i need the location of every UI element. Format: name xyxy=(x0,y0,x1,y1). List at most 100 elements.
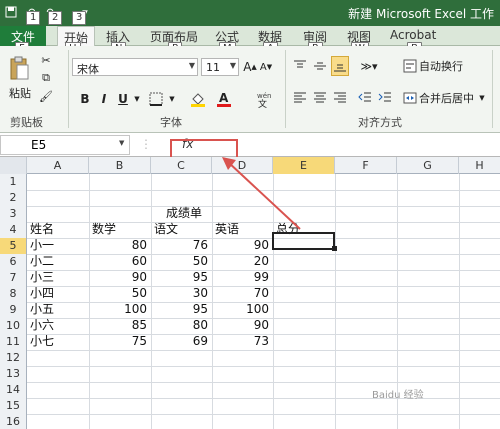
title-bar: ↶ ↷ ▾ 1 2 3 新建 Microsoft Excel 工作 xyxy=(0,0,500,26)
header-name: 姓名 xyxy=(30,222,55,236)
column-header[interactable]: B xyxy=(89,157,151,174)
column-header-active[interactable]: E xyxy=(273,157,335,174)
chevron-down-icon: ▼ xyxy=(188,61,195,70)
column-header[interactable]: H xyxy=(459,157,500,174)
cell-chinese: 69 xyxy=(192,334,208,348)
row-header-active[interactable]: 5 xyxy=(0,238,27,254)
keytip-qat-3: 3 xyxy=(72,11,87,25)
fill-handle[interactable] xyxy=(332,246,337,251)
column-header[interactable]: A xyxy=(27,157,89,174)
cell-math: 90 xyxy=(131,270,147,284)
grid-line xyxy=(27,414,500,415)
cell-english: 99 xyxy=(253,270,269,284)
column-header[interactable]: D xyxy=(212,157,273,174)
row-header[interactable]: 1 xyxy=(0,174,27,190)
cell-english: 90 xyxy=(253,318,269,332)
row-header[interactable]: 3 xyxy=(0,206,27,222)
cell-chinese: 80 xyxy=(192,318,208,332)
cut-icon[interactable]: ✂ xyxy=(38,52,54,68)
chevron-down-icon[interactable]: ▼ xyxy=(133,90,141,108)
cell-english: 100 xyxy=(246,302,269,316)
font-name-combo[interactable]: 宋体 ▼ xyxy=(72,58,198,76)
row-header[interactable]: 13 xyxy=(0,366,27,382)
chevron-down-icon: ▼ xyxy=(229,61,236,70)
chevron-down-icon[interactable]: ▼ xyxy=(119,139,124,147)
row-header[interactable]: 11 xyxy=(0,334,27,350)
group-label-alignment: 对齐方式 xyxy=(358,116,402,129)
phonetic-icon[interactable]: wén 文 xyxy=(254,90,274,108)
row-header[interactable]: 14 xyxy=(0,382,27,398)
decrease-indent-icon[interactable] xyxy=(357,90,373,106)
cell-english: 73 xyxy=(253,334,269,348)
paste-button[interactable]: 粘贴 xyxy=(6,86,34,100)
keytip-qat-1: 1 xyxy=(26,11,41,25)
window-title: 新建 Microsoft Excel 工作 xyxy=(348,7,494,21)
align-center-icon[interactable] xyxy=(312,90,328,106)
row-header[interactable]: 8 xyxy=(0,286,27,302)
chevron-down-icon[interactable]: ▼ xyxy=(168,90,176,108)
align-top-icon[interactable] xyxy=(292,58,308,74)
row-header[interactable]: 7 xyxy=(0,270,27,286)
ribbon-separator xyxy=(68,50,69,128)
increase-indent-icon[interactable] xyxy=(377,90,393,106)
column-header[interactable]: G xyxy=(397,157,459,174)
cell-math: 85 xyxy=(131,318,147,332)
watermark-logo: Baidu 经验 xyxy=(372,390,424,401)
shrink-font-icon[interactable]: A ▼ xyxy=(259,58,273,76)
merge-center-button[interactable]: 合并后居中 xyxy=(419,90,477,106)
align-left-icon[interactable] xyxy=(292,90,308,106)
italic-button[interactable]: I xyxy=(97,90,111,108)
active-cell-e5[interactable] xyxy=(272,232,335,250)
cell-name: 小六 xyxy=(30,318,55,332)
chevron-down-icon[interactable]: ▼ xyxy=(478,90,486,106)
cell-math: 60 xyxy=(131,254,147,268)
cell-chinese: 95 xyxy=(192,270,208,284)
formula-input[interactable] xyxy=(205,135,500,155)
ribbon-separator xyxy=(285,50,286,128)
save-icon[interactable] xyxy=(3,4,19,20)
tab-acrobat[interactable]: Acrobat xyxy=(390,28,436,42)
worksheet-grid[interactable]: A B C D E F G H 1 2 3 4 5 6 7 8 9 10 11 … xyxy=(0,157,500,429)
row-header[interactable]: 15 xyxy=(0,398,27,414)
column-header[interactable]: F xyxy=(335,157,397,174)
svg-text:wén: wén xyxy=(257,92,271,100)
borders-icon[interactable] xyxy=(148,90,164,108)
name-box[interactable]: E5 xyxy=(0,135,130,155)
cell-chinese: 95 xyxy=(192,302,208,316)
font-size-combo[interactable]: 11 ▼ xyxy=(201,58,239,76)
cell-english: 90 xyxy=(253,238,269,252)
grid-line xyxy=(27,382,500,383)
format-painter-icon[interactable]: 🖌 xyxy=(38,88,54,104)
bold-button[interactable]: B xyxy=(78,90,92,108)
row-header[interactable]: 2 xyxy=(0,190,27,206)
header-chinese: 语文 xyxy=(154,222,179,236)
row-header[interactable]: 9 xyxy=(0,302,27,318)
cell-english: 20 xyxy=(253,254,269,268)
grow-font-icon[interactable]: A ▲ xyxy=(243,58,257,76)
select-all-corner[interactable] xyxy=(0,157,27,174)
align-right-icon[interactable] xyxy=(332,90,348,106)
divider-dots-icon: ⋮ xyxy=(140,137,152,151)
underline-button[interactable]: U xyxy=(116,90,130,108)
cell-english: 70 xyxy=(253,286,269,300)
row-header[interactable]: 4 xyxy=(0,222,27,238)
row-header[interactable]: 12 xyxy=(0,350,27,366)
cell-name: 小五 xyxy=(30,302,55,316)
fill-color-icon[interactable] xyxy=(190,90,206,108)
cell-math: 50 xyxy=(131,286,147,300)
row-header[interactable]: 16 xyxy=(0,414,27,429)
font-color-icon[interactable]: A xyxy=(216,90,232,108)
row-header[interactable]: 6 xyxy=(0,254,27,270)
wrap-text-button[interactable]: 自动换行 xyxy=(419,58,465,74)
wrap-text-icon[interactable] xyxy=(402,58,418,74)
paste-icon[interactable] xyxy=(6,54,32,84)
orientation-icon[interactable]: ≫▾ xyxy=(358,58,380,74)
align-bottom-icon[interactable] xyxy=(331,56,349,76)
column-header[interactable]: C xyxy=(151,157,212,174)
row-header[interactable]: 10 xyxy=(0,318,27,334)
copy-icon[interactable]: ⧉ xyxy=(38,70,54,86)
cell-name: 小七 xyxy=(30,334,55,348)
group-label-font: 字体 xyxy=(160,116,182,129)
align-middle-icon[interactable] xyxy=(312,58,328,74)
merge-center-icon[interactable] xyxy=(402,90,418,106)
